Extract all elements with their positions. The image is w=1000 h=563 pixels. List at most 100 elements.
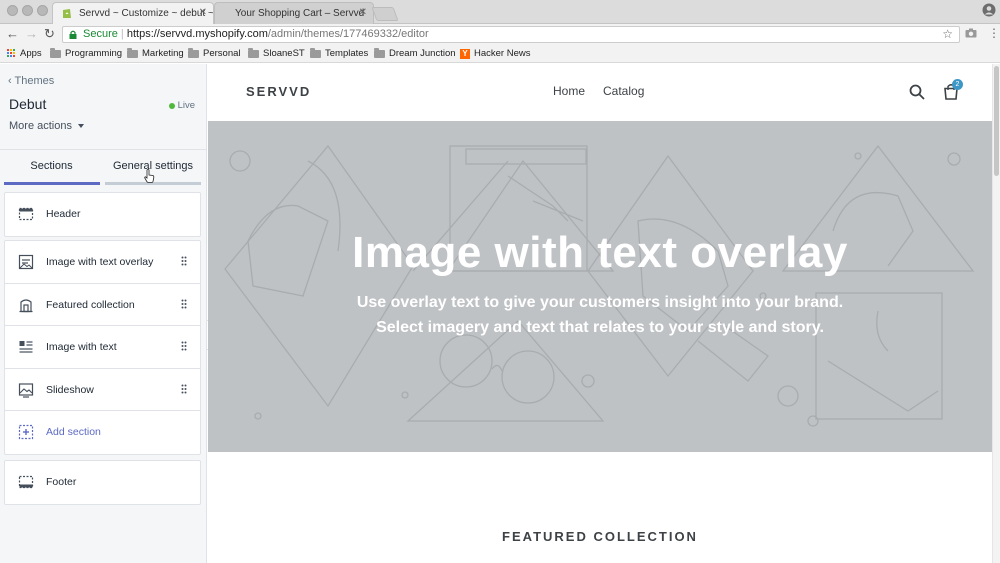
url-input[interactable]: Secure | https://servvd.myshopify.com/ad…	[62, 26, 960, 43]
bookmark-sloanest[interactable]: SloaneST	[248, 47, 305, 59]
bookmark-label: Hacker News	[474, 48, 531, 59]
add-section-icon	[18, 424, 34, 440]
folder-icon	[374, 47, 385, 58]
bookmarks-bar: Apps Programming Marketing Personal Sloa…	[0, 45, 1000, 63]
theme-name: Debut	[9, 96, 47, 112]
section-item-image-with-text-overlay[interactable]: Image with text overlay	[5, 241, 200, 284]
status-label: Live	[177, 100, 195, 111]
tab-sections[interactable]: Sections	[0, 160, 103, 172]
drag-handle-icon[interactable]	[181, 341, 187, 351]
bookmark-templates[interactable]: Templates	[310, 47, 369, 59]
folder-icon	[50, 47, 61, 58]
bookmark-label: Marketing	[142, 48, 184, 59]
profile-icon[interactable]	[982, 3, 996, 17]
section-label: Slideshow	[46, 383, 94, 396]
bookmark-marketing[interactable]: Marketing	[127, 47, 184, 59]
nav-link-catalog[interactable]: Catalog	[603, 84, 644, 98]
back-arrow-icon[interactable]: ←	[6, 27, 19, 41]
content-sections-card: Image with text overlay Featured collect…	[4, 240, 201, 455]
apps-grid-icon	[7, 49, 16, 58]
drag-handle-icon[interactable]	[181, 256, 187, 266]
section-item-footer[interactable]: Footer	[5, 461, 200, 504]
section-label: Footer	[46, 476, 77, 488]
bookmark-label: Templates	[325, 48, 369, 59]
hero-image-overlay: Image with text overlay Use overlay text…	[208, 121, 992, 452]
close-tab-icon[interactable]: ✕	[359, 7, 367, 18]
bookmark-personal[interactable]: Personal	[188, 47, 241, 59]
browser-tab-customize[interactable]: Servvd ~ Customize ~ debut ~ ✕	[52, 2, 214, 24]
browser-tab-cart[interactable]: Your Shopping Cart – Servvd ✕	[214, 2, 374, 24]
footer-section-card: Footer	[4, 460, 201, 505]
folder-icon	[127, 47, 138, 58]
tab-title: Servvd ~ Customize ~ debut ~	[79, 8, 214, 19]
reload-icon[interactable]: ↻	[44, 27, 55, 41]
back-to-themes-link[interactable]: ‹ Themes	[8, 75, 54, 87]
hacker-news-icon: Y	[460, 48, 470, 59]
new-tab-button[interactable]	[371, 7, 399, 21]
bookmark-label: Apps	[20, 48, 42, 59]
image-overlay-icon	[18, 254, 34, 270]
bookmark-hacker-news[interactable]: Y Hacker News	[460, 48, 531, 59]
close-tab-icon[interactable]: ✕	[199, 7, 207, 18]
store-preview: SERVVD Home Catalog 2 Image with text ov…	[208, 64, 992, 563]
url-host: https://servvd.myshopify.com	[126, 28, 268, 40]
hero-illustration	[224, 144, 975, 427]
section-label: Featured collection	[46, 298, 135, 311]
nav-link-home[interactable]: Home	[553, 84, 585, 98]
maximize-window-button[interactable]	[37, 5, 48, 16]
more-actions-label: More actions	[9, 120, 72, 132]
folder-icon	[188, 47, 199, 58]
store-logo[interactable]: SERVVD	[246, 84, 311, 99]
bookmark-programming[interactable]: Programming	[50, 47, 123, 59]
chevron-left-icon: ‹	[8, 75, 12, 87]
footer-layout-icon	[18, 475, 34, 489]
header-section-card: Header	[4, 192, 201, 237]
preview-scrollbar[interactable]	[992, 64, 1000, 563]
slideshow-icon	[18, 382, 34, 398]
lock-icon	[69, 30, 77, 39]
drag-handle-icon[interactable]	[181, 299, 187, 309]
bookmark-apps[interactable]: Apps	[7, 48, 42, 59]
section-item-slideshow[interactable]: Slideshow	[5, 369, 200, 411]
browser-tab-bar: Servvd ~ Customize ~ debut ~ ✕ Your Shop…	[0, 0, 1000, 24]
hero-subtitle-line-1: Use overlay text to give your customers …	[356, 294, 844, 311]
add-section-label: Add section	[46, 426, 101, 438]
tab-title: Your Shopping Cart – Servvd	[235, 8, 365, 19]
active-tab-indicator	[4, 182, 100, 185]
browser-menu-icon[interactable]: ⋮	[988, 27, 1000, 39]
section-label: Header	[46, 208, 81, 220]
camera-icon[interactable]	[965, 28, 977, 38]
collection-icon	[19, 298, 33, 312]
minimize-window-button[interactable]	[22, 5, 33, 16]
live-status-badge: Live	[168, 100, 195, 111]
hero-title: Image with text overlay	[352, 228, 848, 277]
shopify-icon	[63, 9, 71, 18]
scrollbar-thumb[interactable]	[994, 66, 999, 176]
url-path: /admin/themes/177469332/editor	[267, 28, 429, 40]
forward-arrow-icon[interactable]: →	[25, 27, 38, 41]
hand-cursor-icon	[144, 169, 155, 183]
back-label: Themes	[14, 75, 55, 87]
section-label: Image with text	[46, 341, 117, 353]
bookmark-label: Programming	[65, 48, 123, 59]
section-label: Image with text overlay	[46, 256, 154, 268]
bookmark-star-icon[interactable]: ☆	[942, 27, 953, 42]
status-dot-icon	[168, 102, 175, 109]
add-section-button[interactable]: Add section	[5, 411, 200, 454]
secure-label: Secure	[83, 28, 118, 40]
cart-count-badge: 2	[952, 79, 963, 90]
section-item-featured-collection[interactable]: Featured collection	[5, 284, 200, 326]
close-window-button[interactable]	[7, 5, 18, 16]
section-item-image-with-text[interactable]: Image with text	[5, 326, 200, 369]
drag-handle-icon[interactable]	[181, 384, 187, 394]
theme-editor-sidebar: ‹ Themes Debut Live More actions Section…	[0, 64, 207, 563]
address-bar: ← → ↻ Secure | https://servvd.myshopify.…	[0, 24, 1000, 45]
folder-icon	[248, 47, 259, 58]
caret-down-icon	[77, 124, 84, 128]
search-icon[interactable]	[909, 84, 925, 100]
more-actions-button[interactable]: More actions	[9, 120, 84, 132]
folder-icon	[310, 47, 321, 58]
section-item-header[interactable]: Header	[5, 193, 200, 236]
bookmark-dream-junction[interactable]: Dream Junction	[374, 47, 456, 59]
bookmark-label: Dream Junction	[389, 48, 456, 59]
